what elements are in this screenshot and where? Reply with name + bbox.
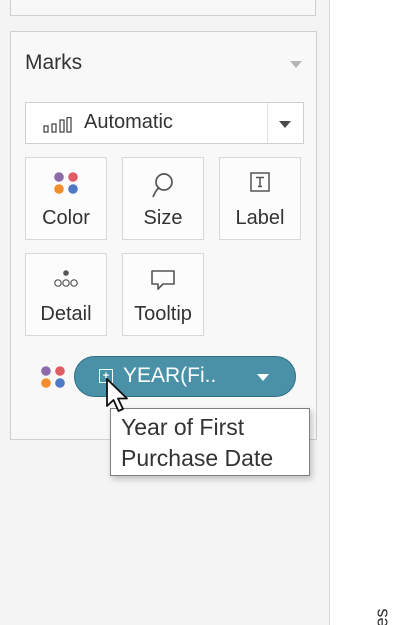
dropdown-arrow-icon[interactable] [279, 121, 291, 128]
detail-dots-icon [54, 270, 78, 287]
cards-pane: Marks Automatic Color Size Label Detail … [0, 0, 330, 625]
mouse-cursor-icon [106, 378, 128, 412]
mark-type-label: Automatic [84, 111, 173, 133]
top-card-stub [10, 0, 316, 16]
tooltip-line-2: Purchase Date [121, 445, 274, 471]
detail-button-label: Detail [40, 303, 92, 325]
text-label-icon [250, 172, 270, 192]
tooltip-button-label: Tooltip [134, 303, 192, 325]
label-button[interactable]: Label [219, 157, 301, 240]
tooltip-line-1: Year of First [121, 414, 245, 440]
size-lasso-icon [152, 173, 173, 198]
pill-label: YEAR(Fi.. [123, 364, 217, 387]
marks-card: Marks Automatic Color Size Label Detail … [10, 31, 317, 440]
field-tooltip: Year of First Purchase Date [110, 408, 310, 476]
tooltip-button[interactable]: Tooltip [122, 253, 204, 336]
tableau-window: Marks Automatic Color Size Label Detail … [0, 0, 404, 625]
size-button-label: Size [143, 207, 183, 229]
color-dots-icon[interactable] [39, 364, 67, 390]
color-button[interactable]: Color [25, 157, 107, 240]
speech-bubble-icon [151, 270, 175, 290]
marks-field-row: + YEAR(Fi.. [11, 356, 318, 400]
sales-axis-label: ales [371, 608, 392, 625]
size-button[interactable]: Size [122, 157, 204, 240]
label-button-label: Label [235, 207, 285, 229]
color-button-label: Color [42, 207, 90, 229]
detail-button[interactable]: Detail [25, 253, 107, 336]
marks-card-title: Marks [25, 51, 83, 74]
color-dots-icon [54, 172, 78, 194]
bar-chart-icon [43, 117, 72, 133]
pill-dropdown-arrow-icon[interactable] [257, 374, 269, 381]
chevron-down-icon[interactable] [290, 61, 302, 68]
mark-type-select[interactable]: Automatic [25, 102, 304, 144]
mark-type-divider [267, 103, 268, 143]
